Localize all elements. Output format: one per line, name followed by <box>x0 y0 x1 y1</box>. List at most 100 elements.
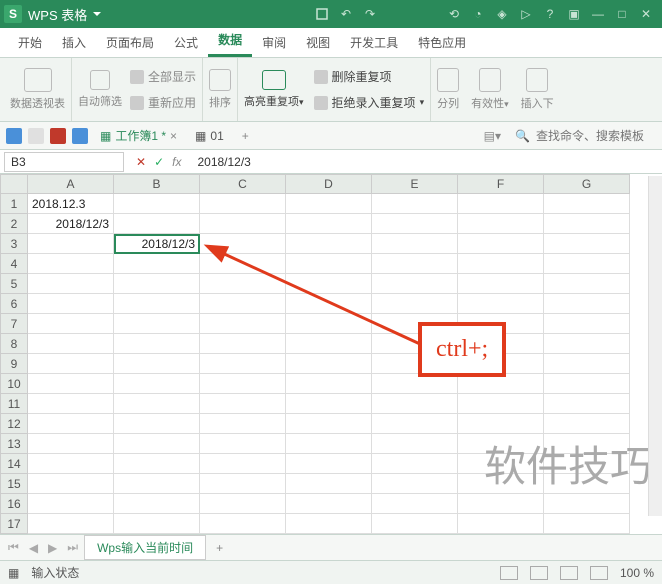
cell-A7[interactable] <box>28 314 114 334</box>
search-input[interactable] <box>536 129 656 143</box>
doc-tab-1[interactable]: ▦ 工作簿1 * × <box>94 122 183 149</box>
cell-D5[interactable] <box>286 274 372 294</box>
cell-F10[interactable] <box>458 374 544 394</box>
cell-B4[interactable] <box>114 254 200 274</box>
sheet-nav-first-icon[interactable]: ⏮ <box>4 540 23 555</box>
select-all-corner[interactable] <box>0 174 28 194</box>
doc-tab-close-icon[interactable]: × <box>170 129 177 143</box>
cell-A1[interactable]: 2018.12.3 <box>28 194 114 214</box>
row-header[interactable]: 11 <box>0 394 28 414</box>
cell-B16[interactable] <box>114 494 200 514</box>
cell-C3[interactable] <box>200 234 286 254</box>
cell-C11[interactable] <box>200 394 286 414</box>
name-box[interactable]: B3 <box>4 152 124 172</box>
cell-C8[interactable] <box>200 334 286 354</box>
row-header[interactable]: 13 <box>0 434 28 454</box>
cell-D1[interactable] <box>286 194 372 214</box>
cell-D11[interactable] <box>286 394 372 414</box>
cell-G4[interactable] <box>544 254 630 274</box>
row-header[interactable]: 2 <box>0 214 28 234</box>
docbar-w-icon[interactable] <box>50 128 66 144</box>
cell-F12[interactable] <box>458 414 544 434</box>
save-icon[interactable] <box>310 4 334 24</box>
cell-F3[interactable] <box>458 234 544 254</box>
cloud-icon[interactable]: ◔ <box>466 4 490 24</box>
sheet-nav-prev-icon[interactable]: ◀ <box>25 541 42 555</box>
cell-D13[interactable] <box>286 434 372 454</box>
cell-A15[interactable] <box>28 474 114 494</box>
col-header-A[interactable]: A <box>28 174 114 194</box>
cell-B7[interactable] <box>114 314 200 334</box>
cell-G16[interactable] <box>544 494 630 514</box>
menu-special[interactable]: 特色应用 <box>408 28 476 57</box>
cell-E2[interactable] <box>372 214 458 234</box>
cell-A11[interactable] <box>28 394 114 414</box>
cube-icon[interactable]: ◈ <box>490 4 514 24</box>
cell-B11[interactable] <box>114 394 200 414</box>
fx-icon[interactable]: fx <box>172 155 181 169</box>
cell-C5[interactable] <box>200 274 286 294</box>
cell-E6[interactable] <box>372 294 458 314</box>
undo-icon[interactable]: ↶ <box>334 4 358 24</box>
menu-devtools[interactable]: 开发工具 <box>340 28 408 57</box>
cell-G1[interactable] <box>544 194 630 214</box>
cell-A14[interactable] <box>28 454 114 474</box>
cell-A8[interactable] <box>28 334 114 354</box>
row-header[interactable]: 16 <box>0 494 28 514</box>
row-header[interactable]: 6 <box>0 294 28 314</box>
cell-F16[interactable] <box>458 494 544 514</box>
cell-E16[interactable] <box>372 494 458 514</box>
sheet-add-icon[interactable]: + <box>208 541 231 555</box>
close-icon[interactable]: ✕ <box>634 4 658 24</box>
cell-F11[interactable] <box>458 394 544 414</box>
cell-F14[interactable] <box>458 454 544 474</box>
cell-C13[interactable] <box>200 434 286 454</box>
ribbon-autofilter[interactable]: 自动筛选 <box>78 70 122 109</box>
cell-G8[interactable] <box>544 334 630 354</box>
cell-D10[interactable] <box>286 374 372 394</box>
docbar-back-icon[interactable] <box>28 128 44 144</box>
cell-F5[interactable] <box>458 274 544 294</box>
row-header[interactable]: 9 <box>0 354 28 374</box>
menu-pagelayout[interactable]: 页面布局 <box>96 28 164 57</box>
cell-B5[interactable] <box>114 274 200 294</box>
cell-C4[interactable] <box>200 254 286 274</box>
cell-C7[interactable] <box>200 314 286 334</box>
cell-D8[interactable] <box>286 334 372 354</box>
cell-B10[interactable] <box>114 374 200 394</box>
doc-tab-add-icon[interactable]: + <box>236 129 255 143</box>
send-icon[interactable]: ▷ <box>514 4 538 24</box>
cell-E15[interactable] <box>372 474 458 494</box>
sync-icon[interactable]: ⟲ <box>442 4 466 24</box>
cell-D16[interactable] <box>286 494 372 514</box>
cell-F4[interactable] <box>458 254 544 274</box>
docbar-box-icon[interactable] <box>72 128 88 144</box>
cell-G9[interactable] <box>544 354 630 374</box>
vertical-scrollbar[interactable] <box>648 176 662 516</box>
cell-G11[interactable] <box>544 394 630 414</box>
cell-A10[interactable] <box>28 374 114 394</box>
menu-start[interactable]: 开始 <box>8 28 52 57</box>
col-header-C[interactable]: C <box>200 174 286 194</box>
docbar-opts-icon[interactable]: ▤▾ <box>484 129 501 143</box>
row-header[interactable]: 7 <box>0 314 28 334</box>
maximize-icon[interactable]: □ <box>610 4 634 24</box>
cell-G14[interactable] <box>544 454 630 474</box>
cell-F15[interactable] <box>458 474 544 494</box>
ribbon-highlight-dup[interactable]: 高亮重复项▾ <box>244 70 304 109</box>
row-header[interactable]: 14 <box>0 454 28 474</box>
cell-G15[interactable] <box>544 474 630 494</box>
cell-A12[interactable] <box>28 414 114 434</box>
cell-A9[interactable] <box>28 354 114 374</box>
cell-E12[interactable] <box>372 414 458 434</box>
cell-B1[interactable] <box>114 194 200 214</box>
cell-D6[interactable] <box>286 294 372 314</box>
ribbon-showall[interactable]: 全部显示 <box>130 67 196 87</box>
cell-G7[interactable] <box>544 314 630 334</box>
cell-G13[interactable] <box>544 434 630 454</box>
sheet-nav-last-icon[interactable]: ⏭ <box>63 540 82 555</box>
cell-D2[interactable] <box>286 214 372 234</box>
formula-input[interactable]: 2018/12/3 <box>189 155 662 169</box>
ribbon-split[interactable]: 分列 <box>431 58 465 121</box>
menu-insert[interactable]: 插入 <box>52 28 96 57</box>
